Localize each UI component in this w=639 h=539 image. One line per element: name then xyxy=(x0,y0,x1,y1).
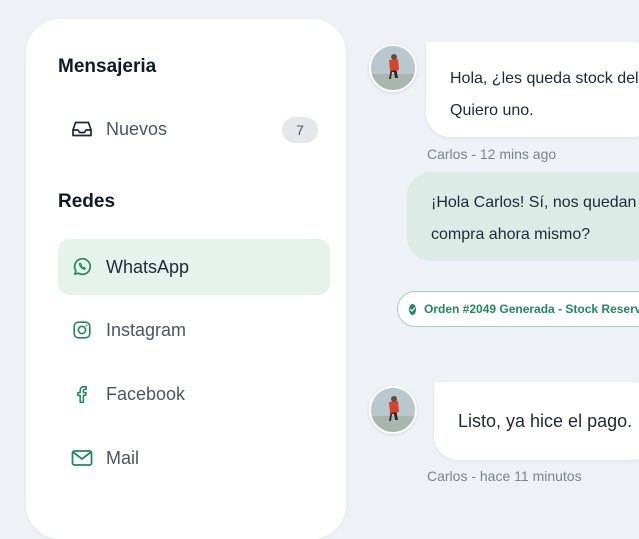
sidebar-item-label: WhatsApp xyxy=(106,256,190,277)
sidebar: Mensajeria Nuevos 7 Redes WhatsApp Insta… xyxy=(26,19,346,539)
avatar xyxy=(369,44,417,92)
networks-section-title: Redes xyxy=(58,191,116,212)
sidebar-item-label: Facebook xyxy=(106,383,186,404)
message-line: compra ahora mismo? xyxy=(431,226,591,243)
inbox-icon xyxy=(70,117,94,141)
message-line: Hola, ¿les queda stock del xyxy=(450,70,639,87)
instagram-icon xyxy=(70,318,94,342)
order-status-pill: Orden #2049 Generada - Stock Reservado xyxy=(397,291,639,327)
message-bubble-incoming: Listo, ya hice el pago. xyxy=(434,382,639,460)
message-line: Listo, ya hice el pago. xyxy=(458,411,633,431)
unread-count-badge: 7 xyxy=(282,117,318,143)
sidebar-item-label: Nuevos xyxy=(106,118,168,139)
sidebar-item-nuevos[interactable]: Nuevos 7 xyxy=(58,101,330,157)
avatar xyxy=(369,386,417,434)
sidebar-item-instagram[interactable]: Instagram xyxy=(58,302,330,358)
message-meta: Carlos - hace 11 minutos xyxy=(427,468,582,484)
whatsapp-icon xyxy=(70,255,94,279)
sidebar-item-facebook[interactable]: Facebook xyxy=(58,366,330,422)
check-icon xyxy=(409,303,416,315)
sidebar-item-whatsapp[interactable]: WhatsApp xyxy=(58,239,330,295)
facebook-icon xyxy=(70,382,94,406)
sidebar-item-mail[interactable]: Mail xyxy=(58,430,330,486)
message-line: ¡Hola Carlos! Sí, nos quedan xyxy=(431,194,637,211)
mail-icon xyxy=(70,446,94,470)
message-meta: Carlos - 12 mins ago xyxy=(427,146,557,162)
messaging-section-title: Mensajeria xyxy=(58,56,157,77)
message-bubble-incoming: Hola, ¿les queda stock del Quiero uno. xyxy=(426,42,639,137)
message-line: Quiero uno. xyxy=(450,102,534,119)
message-bubble-outgoing: ¡Hola Carlos! Sí, nos quedan compra ahor… xyxy=(407,172,639,261)
order-status-text: Orden #2049 Generada - Stock Reservado xyxy=(424,302,639,316)
sidebar-item-label: Instagram xyxy=(106,319,187,340)
sidebar-item-label: Mail xyxy=(106,447,140,468)
